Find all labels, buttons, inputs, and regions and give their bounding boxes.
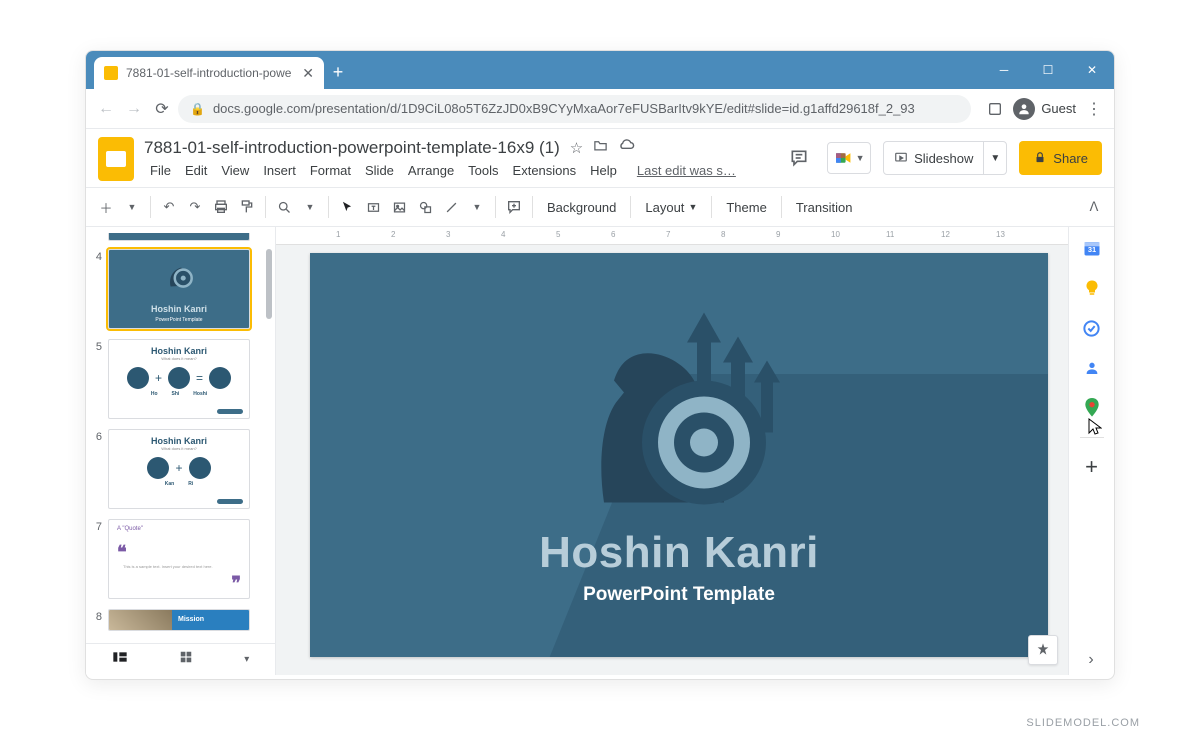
thumbnail-5[interactable]: 5 Hoshin Kanri What does it mean? += HoS… <box>92 339 271 419</box>
slide-graphic <box>549 302 809 527</box>
horizontal-ruler: 1 2 3 4 5 6 7 8 9 10 11 12 13 <box>276 227 1068 245</box>
filmstrip-collapse-icon[interactable]: ▾ <box>244 654 249 665</box>
slide-canvas[interactable]: 1 2 3 4 5 6 7 8 9 10 11 12 13 <box>276 227 1068 675</box>
paint-format-icon[interactable] <box>235 194 259 220</box>
close-window-icon[interactable]: ✕ <box>1070 51 1114 89</box>
watermark: SLIDEMODEL.COM <box>1026 717 1140 729</box>
star-icon[interactable]: ☆ <box>570 139 583 157</box>
slides-header: 7881-01-self-introduction-powerpoint-tem… <box>86 129 1114 181</box>
guest-label: Guest <box>1041 101 1076 116</box>
url-text: docs.google.com/presentation/d/1D9CiL08o… <box>213 101 915 116</box>
browser-toolbar: ← → ⟳ 🔒 docs.google.com/presentation/d/1… <box>86 89 1114 129</box>
menu-insert[interactable]: Insert <box>257 160 302 181</box>
thumbnail-7[interactable]: 7 A "Quote" ❝ This is a sample text. Ins… <box>92 519 271 599</box>
browser-window: 7881-01-self-introduction-powe ✕ + ─ ☐ ✕… <box>85 50 1115 680</box>
comments-icon[interactable] <box>783 142 815 174</box>
cursor-icon <box>1088 418 1102 439</box>
slideshow-button[interactable]: Slideshow ▼ <box>883 141 1007 175</box>
minimize-icon[interactable]: ─ <box>982 51 1026 89</box>
address-bar[interactable]: 🔒 docs.google.com/presentation/d/1D9CiL0… <box>178 95 971 123</box>
window-controls: ─ ☐ ✕ <box>982 51 1114 89</box>
menu-format[interactable]: Format <box>304 160 357 181</box>
filmstrip-view-icon[interactable] <box>112 650 128 669</box>
tab-title: 7881-01-self-introduction-powe <box>126 66 294 80</box>
redo-icon[interactable]: ↷ <box>183 194 207 220</box>
browser-tab[interactable]: 7881-01-self-introduction-powe ✕ <box>94 57 324 89</box>
line-dropdown-icon[interactable]: ▼ <box>465 194 489 220</box>
side-panel-toggle-icon[interactable]: › <box>1080 649 1102 671</box>
share-button[interactable]: Share <box>1019 141 1102 175</box>
slide-subtitle[interactable]: PowerPoint Template <box>310 584 1048 606</box>
side-panel: 31 + <box>1068 227 1114 675</box>
back-icon[interactable]: ← <box>94 97 118 121</box>
close-tab-icon[interactable]: ✕ <box>302 65 314 82</box>
menu-help[interactable]: Help <box>584 160 623 181</box>
image-icon[interactable] <box>387 194 411 220</box>
editor-body: 4 Hoshin Kanri PowerPoint Template 5 Hos… <box>86 227 1114 675</box>
menu-view[interactable]: View <box>215 160 255 181</box>
thumbnail-panel[interactable]: 4 Hoshin Kanri PowerPoint Template 5 Hos… <box>86 227 276 675</box>
avatar-icon <box>1013 98 1035 120</box>
textbox-icon[interactable] <box>361 194 385 220</box>
thumbnail-scrollbar[interactable] <box>265 227 273 675</box>
shape-icon[interactable] <box>413 194 437 220</box>
cloud-status-icon[interactable] <box>618 137 635 158</box>
add-addon-icon[interactable]: + <box>1081 456 1103 478</box>
transition-button[interactable]: Transition <box>788 194 861 220</box>
comment-add-icon[interactable] <box>502 194 526 220</box>
menu-bar: File Edit View Insert Format Slide Arran… <box>144 160 773 181</box>
menu-extensions[interactable]: Extensions <box>507 160 583 181</box>
grid-view-icon[interactable] <box>179 650 193 669</box>
select-tool-icon[interactable] <box>335 194 359 220</box>
calendar-icon[interactable]: 31 <box>1081 237 1103 259</box>
thumbnail-8[interactable]: 8 Mission <box>92 609 271 631</box>
layout-button[interactable]: Layout▼ <box>637 194 705 220</box>
forward-icon[interactable]: → <box>122 97 146 121</box>
meet-button[interactable]: ▼ <box>827 142 871 174</box>
slideshow-dropdown-icon[interactable]: ▼ <box>984 153 1006 164</box>
extensions-icon[interactable] <box>983 97 1007 121</box>
explore-button[interactable] <box>1028 635 1058 665</box>
menu-slide[interactable]: Slide <box>359 160 400 181</box>
collapse-toolbar-icon[interactable]: ᐱ <box>1082 194 1106 220</box>
zoom-icon[interactable] <box>272 194 296 220</box>
new-slide-dropdown-icon[interactable]: ▼ <box>120 194 144 220</box>
toolbar: ＋ ▼ ↶ ↷ ▼ ▼ <box>86 187 1114 227</box>
reload-icon[interactable]: ⟳ <box>150 97 174 121</box>
slides-logo-icon[interactable] <box>98 137 134 181</box>
menu-arrange[interactable]: Arrange <box>402 160 460 181</box>
document-title[interactable]: 7881-01-self-introduction-powerpoint-tem… <box>144 138 560 158</box>
line-icon[interactable] <box>439 194 463 220</box>
last-edit-link[interactable]: Last edit was s… <box>631 160 742 181</box>
filmstrip-footer: ▾ <box>86 643 275 675</box>
maps-icon[interactable] <box>1081 397 1103 419</box>
zoom-dropdown-icon[interactable]: ▼ <box>298 194 322 220</box>
new-tab-button[interactable]: + <box>324 62 352 89</box>
lock-icon: 🔒 <box>190 102 205 116</box>
menu-file[interactable]: File <box>144 160 177 181</box>
undo-icon[interactable]: ↶ <box>157 194 181 220</box>
thumbnail-6[interactable]: 6 Hoshin Kanri What does it mean? + KanR… <box>92 429 271 509</box>
active-slide[interactable]: Hoshin Kanri PowerPoint Template <box>310 253 1048 657</box>
chrome-menu-icon[interactable]: ⋮ <box>1082 97 1106 121</box>
move-icon[interactable] <box>593 138 608 157</box>
slides-favicon <box>104 66 118 80</box>
menu-edit[interactable]: Edit <box>179 160 213 181</box>
menu-tools[interactable]: Tools <box>462 160 504 181</box>
thumbnail-4[interactable]: 4 Hoshin Kanri PowerPoint Template <box>92 249 271 329</box>
theme-button[interactable]: Theme <box>718 194 774 220</box>
browser-tabstrip: 7881-01-self-introduction-powe ✕ + ─ ☐ ✕ <box>86 51 1114 89</box>
print-icon[interactable] <box>209 194 233 220</box>
svg-text:31: 31 <box>1087 245 1095 254</box>
new-slide-button[interactable]: ＋ <box>94 194 118 220</box>
contacts-icon[interactable] <box>1081 357 1103 379</box>
maximize-icon[interactable]: ☐ <box>1026 51 1070 89</box>
keep-icon[interactable] <box>1081 277 1103 299</box>
tasks-icon[interactable] <box>1081 317 1103 339</box>
profile-chip[interactable]: Guest <box>1013 98 1076 120</box>
slide-title[interactable]: Hoshin Kanri <box>310 528 1048 578</box>
background-button[interactable]: Background <box>539 194 624 220</box>
